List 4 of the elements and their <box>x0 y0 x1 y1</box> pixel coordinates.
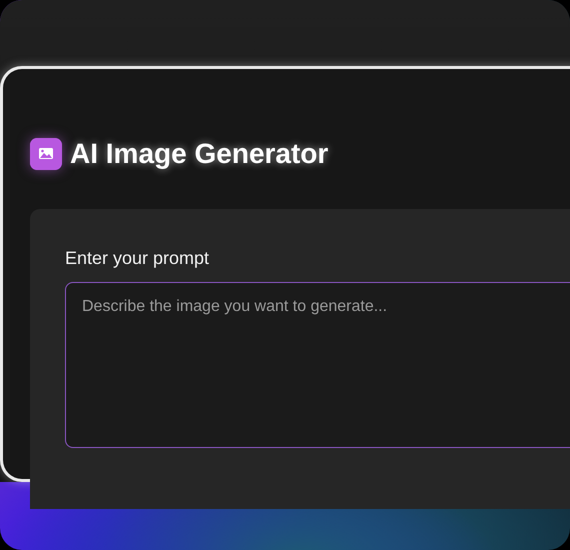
prompt-label: Enter your prompt <box>65 247 210 270</box>
app-title: AI Image Generator <box>70 137 328 171</box>
image-icon <box>30 138 62 170</box>
prompt-field[interactable]: Describe the image you want to generate... <box>65 282 570 448</box>
